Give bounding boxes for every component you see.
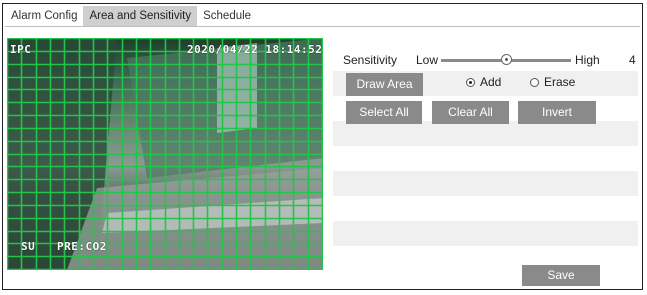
video-preview[interactable]: IPC 2020/04/22 18:14:52 SU PRE:CO2 [7, 38, 323, 270]
osd-bottom-text: PRE:CO2 [57, 240, 107, 253]
sensitivity-high-label: High [575, 53, 600, 67]
erase-label: Erase [544, 75, 576, 89]
motion-detection-grid[interactable] [7, 38, 323, 270]
osd-camera-label: IPC [10, 43, 32, 56]
sensitivity-control: Sensitivity Low High 4 [343, 51, 643, 69]
sensitivity-low-label: Low [416, 53, 439, 67]
slider-thumb[interactable] [501, 54, 512, 65]
radio-dot-icon [466, 77, 475, 87]
sensitivity-value: 4 [629, 53, 636, 67]
row [333, 221, 638, 246]
invert-button[interactable]: Invert [518, 101, 596, 124]
sensitivity-slider[interactable] [441, 54, 571, 65]
save-button[interactable]: Save [522, 265, 600, 286]
tab-divider [5, 26, 640, 27]
erase-radio[interactable]: Erase [530, 75, 575, 89]
tab-area-and-sensitivity[interactable]: Area and Sensitivity [83, 6, 198, 26]
add-radio[interactable]: Add [466, 75, 501, 89]
select-all-button[interactable]: Select All [346, 101, 422, 124]
sensitivity-label: Sensitivity [343, 53, 398, 67]
osd-bottom-left: SU [21, 240, 36, 253]
row [333, 196, 638, 221]
row [333, 146, 638, 171]
row [333, 121, 638, 146]
add-label: Add [480, 75, 502, 89]
tab-bar: Alarm Config Area and Sensitivity Schedu… [5, 6, 257, 26]
osd-timestamp: 2020/04/22 18:14:52 [187, 43, 323, 56]
draw-area-button[interactable]: Draw Area [346, 73, 423, 96]
tab-alarm-config[interactable]: Alarm Config [5, 6, 83, 26]
tab-schedule[interactable]: Schedule [197, 6, 257, 26]
radio-dot-icon [530, 77, 539, 87]
row [333, 171, 638, 196]
clear-all-button[interactable]: Clear All [432, 101, 509, 124]
